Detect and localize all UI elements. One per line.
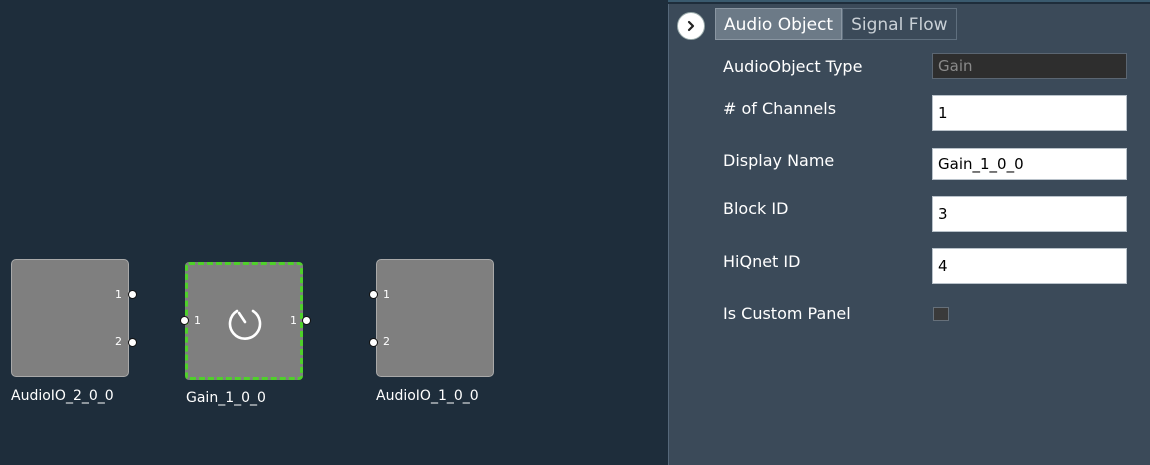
channels-field[interactable]: 1 <box>932 95 1127 131</box>
output-pin[interactable] <box>302 316 311 325</box>
input-pin-label: 1 <box>194 314 201 327</box>
output-pin-label: 2 <box>115 335 122 348</box>
block-id-field[interactable]: 3 <box>932 196 1127 232</box>
input-pin[interactable] <box>180 316 189 325</box>
hiqnet-id-label: HiQnet ID <box>723 252 801 271</box>
tab-audio-object[interactable]: Audio Object <box>715 8 843 40</box>
panel-tabs: Audio Object Signal Flow <box>715 8 957 42</box>
channels-label: # of Channels <box>723 99 837 118</box>
output-pin-label: 1 <box>290 314 297 327</box>
audioobject-type-field: Gain <box>932 53 1127 79</box>
chevron-right-icon <box>687 20 695 32</box>
block-id-label: Block ID <box>723 199 789 218</box>
tab-signal-flow[interactable]: Signal Flow <box>842 8 957 40</box>
block-audioio-2[interactable] <box>11 259 129 377</box>
hiqnet-id-field[interactable]: 4 <box>932 248 1127 284</box>
input-pin[interactable] <box>369 290 378 299</box>
display-name-label: Display Name <box>723 151 835 170</box>
custom-panel-checkbox[interactable] <box>933 307 949 321</box>
output-pin-label: 1 <box>115 288 122 301</box>
output-pin[interactable] <box>128 290 137 299</box>
input-pin[interactable] <box>369 338 378 347</box>
block-gain[interactable] <box>185 262 303 380</box>
block-audioio-1[interactable] <box>376 259 494 377</box>
collapse-panel-button[interactable] <box>677 12 705 40</box>
custom-panel-label: Is Custom Panel <box>723 304 851 323</box>
gain-knob-icon <box>228 309 262 340</box>
display-name-field[interactable]: Gain_1_0_0 <box>932 148 1127 180</box>
signal-flow-canvas[interactable]: 1 2 AudioIO_2_0_0 1 1 Gain_1_0_0 1 2 Aud… <box>0 0 668 465</box>
output-pin[interactable] <box>128 338 137 347</box>
block-label: AudioIO_1_0_0 <box>376 388 479 404</box>
block-label: Gain_1_0_0 <box>186 390 266 406</box>
properties-panel: Audio Object Signal Flow AudioObject Typ… <box>668 4 1150 465</box>
input-pin-label: 2 <box>383 335 390 348</box>
audioobject-type-label: AudioObject Type <box>723 57 863 76</box>
block-label: AudioIO_2_0_0 <box>11 388 114 404</box>
input-pin-label: 1 <box>383 288 390 301</box>
